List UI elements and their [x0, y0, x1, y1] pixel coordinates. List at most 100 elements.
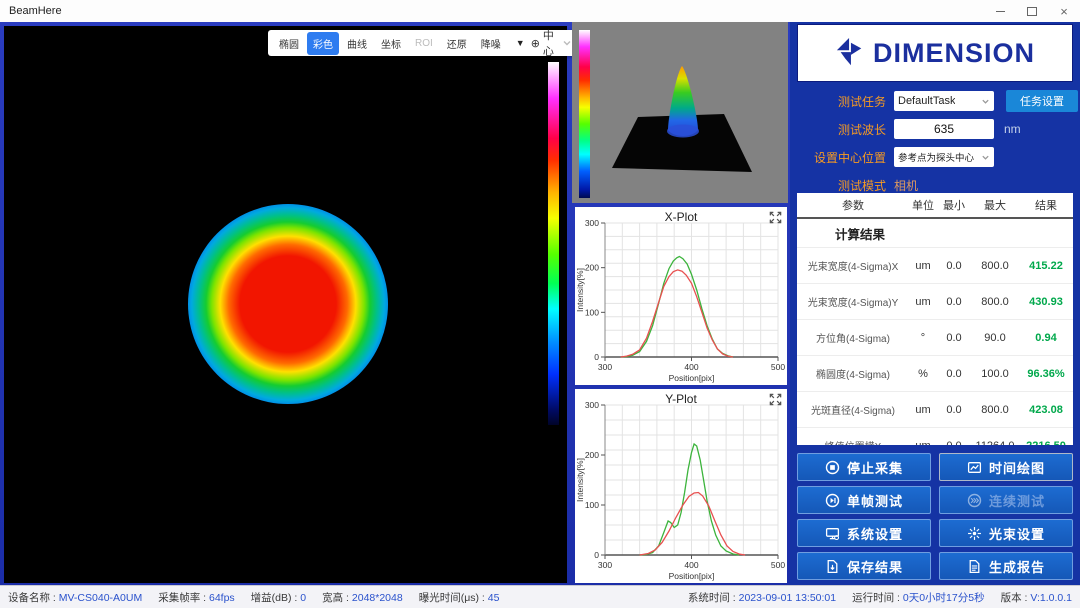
beam-settings-icon	[967, 526, 982, 541]
cell-max: 800.0	[971, 392, 1019, 428]
action-button-label: 单帧测试	[847, 491, 903, 510]
status-left-0: 设备名称 : MV-CS040-A0UM	[8, 590, 142, 605]
table-row-1: 光束宽度(4-Sigma)Yum0.0800.0430.93	[797, 284, 1073, 320]
report-button[interactable]: 生成报告	[939, 552, 1073, 580]
status-right-1: 运行时间 : 0天0小时17分5秒	[852, 590, 984, 605]
beam-image-panel[interactable]: 椭圆彩色曲线坐标ROI还原降噪 ▼ ⊕ 中心	[4, 26, 567, 583]
toolbar-center-button[interactable]: ⊕ 中心	[531, 27, 554, 59]
x-plot-panel[interactable]: 3004005000100200300Position[pix]Intensit…	[575, 207, 787, 385]
system-settings-icon	[825, 526, 840, 541]
svg-text:0: 0	[594, 550, 599, 560]
cell-result: 430.93	[1019, 284, 1073, 320]
results-table-header: 参数 单位 最小 最大 结果	[797, 193, 1073, 218]
toolbar-chevron-down-icon[interactable]	[562, 38, 572, 48]
surface-3d-colorbar	[579, 30, 590, 198]
table-row-5: 峰值位置横Xum0.011264.02216.50	[797, 428, 1073, 446]
brand-name: DIMENSION	[873, 38, 1035, 69]
toolbar-button-1[interactable]: 彩色	[307, 32, 339, 55]
cell-min: 0.0	[937, 320, 971, 356]
continuous-test-icon	[967, 493, 982, 508]
y-plot-title: Y-Plot	[575, 392, 787, 406]
minimize-button[interactable]	[984, 0, 1016, 22]
wavelength-label: 测试波长	[790, 121, 886, 138]
dimension-logo-icon	[835, 36, 865, 70]
mode-value: 相机	[894, 177, 918, 194]
save-results-button[interactable]: 保存结果	[797, 552, 931, 580]
svg-text:Position[pix]: Position[pix]	[669, 373, 715, 383]
beam-spot-image	[188, 204, 388, 404]
action-button-label: 生成报告	[989, 557, 1045, 576]
cell-unit: um	[909, 428, 937, 446]
svg-text:0: 0	[594, 352, 599, 362]
results-table: 参数 单位 最小 最大 结果 计算结果 光束宽度(4-Sigma)Xum0.08…	[797, 193, 1073, 445]
title-bar: BeamHere ×	[0, 0, 1080, 23]
cell-max: 800.0	[971, 284, 1019, 320]
toolbar-center-label: 中心	[543, 27, 554, 59]
status-left: 设备名称 : MV-CS040-A0UM采集帧率 : 64fps增益(dB) :…	[8, 590, 515, 605]
cell-unit: %	[909, 356, 937, 392]
toolbar-button-0[interactable]: 椭圆	[273, 32, 305, 55]
cell-max: 800.0	[971, 248, 1019, 284]
x-plot-chart: 3004005000100200300Position[pix]Intensit…	[575, 207, 787, 385]
cell-result: 96.36%	[1019, 356, 1073, 392]
status-left-4: 曝光时间(μs) : 45	[419, 590, 500, 605]
close-button[interactable]: ×	[1048, 0, 1080, 22]
svg-text:100: 100	[585, 307, 599, 317]
center-position-select[interactable]: 参考点为探头中心	[894, 147, 994, 167]
surface-3d-panel[interactable]	[572, 22, 788, 203]
status-left-3: 宽高 : 2048*2048	[322, 590, 403, 605]
system-settings-button[interactable]: 系统设置	[797, 519, 931, 547]
status-left-2: 增益(dB) : 0	[251, 590, 306, 605]
x-plot-title: X-Plot	[575, 210, 787, 224]
status-bar: 设备名称 : MV-CS040-A0UM采集帧率 : 64fps增益(dB) :…	[0, 585, 1080, 608]
toolbar-button-4[interactable]: ROI	[409, 34, 439, 53]
single-frame-button[interactable]: 单帧测试	[797, 486, 931, 514]
toolbar-dropdown-caret-icon[interactable]: ▼	[516, 38, 525, 48]
expand-icon[interactable]	[768, 392, 783, 407]
chevron-down-icon	[981, 97, 990, 106]
toolbar-button-3[interactable]: 坐标	[375, 32, 407, 55]
cell-min: 0.0	[937, 392, 971, 428]
cell-min: 0.0	[937, 356, 971, 392]
action-button-label: 连续测试	[989, 491, 1045, 510]
cell-min: 0.0	[937, 428, 971, 446]
beam-settings-button[interactable]: 光束设置	[939, 519, 1073, 547]
action-button-label: 光束设置	[989, 524, 1045, 543]
wavelength-input[interactable]	[894, 119, 994, 139]
cell-result: 2216.50	[1019, 428, 1073, 446]
time-plot-button[interactable]: 时间绘图	[939, 453, 1073, 481]
expand-icon[interactable]	[768, 210, 783, 225]
cell-result: 415.22	[1019, 248, 1073, 284]
toolbar-button-6[interactable]: 降噪	[475, 32, 507, 55]
time-plot-icon	[967, 460, 982, 475]
stop-button[interactable]: 停止采集	[797, 453, 931, 481]
stop-icon	[825, 460, 840, 475]
wavelength-row: 测试波长 nm	[790, 118, 1080, 140]
maximize-button[interactable]	[1016, 0, 1048, 22]
task-select-value: DefaultTask	[898, 95, 955, 107]
cell-unit: um	[909, 392, 937, 428]
cell-param: 椭圆度(4-Sigma)	[797, 356, 909, 392]
action-button-label: 时间绘图	[989, 458, 1045, 477]
cell-param: 峰值位置横X	[797, 428, 909, 446]
cell-min: 0.0	[937, 284, 971, 320]
surface-3d-peak-base	[667, 125, 699, 138]
center-position-value: 参考点为探头中心	[898, 150, 974, 164]
cell-param: 光束宽度(4-Sigma)Y	[797, 284, 909, 320]
continuous-test-button: 连续测试	[939, 486, 1073, 514]
toolbar-button-5[interactable]: 还原	[441, 32, 473, 55]
action-button-label: 保存结果	[847, 557, 903, 576]
image-toolbar: 椭圆彩色曲线坐标ROI还原降噪 ▼ ⊕ 中心	[268, 30, 578, 56]
table-row-3: 椭圆度(4-Sigma)%0.0100.096.36%	[797, 356, 1073, 392]
task-select[interactable]: DefaultTask	[894, 91, 994, 111]
col-result: 结果	[1019, 193, 1073, 218]
task-settings-button[interactable]: 任务设置	[1006, 90, 1078, 112]
cell-result: 423.08	[1019, 392, 1073, 428]
toolbar-button-2[interactable]: 曲线	[341, 32, 373, 55]
y-plot-panel[interactable]: 3004005000100200300Position[pix]Intensit…	[575, 389, 787, 583]
cell-result: 0.94	[1019, 320, 1073, 356]
cell-max: 11264.0	[971, 428, 1019, 446]
task-label: 测试任务	[790, 93, 886, 110]
svg-text:100: 100	[585, 500, 599, 510]
svg-text:Intensity[%]: Intensity[%]	[575, 268, 585, 312]
